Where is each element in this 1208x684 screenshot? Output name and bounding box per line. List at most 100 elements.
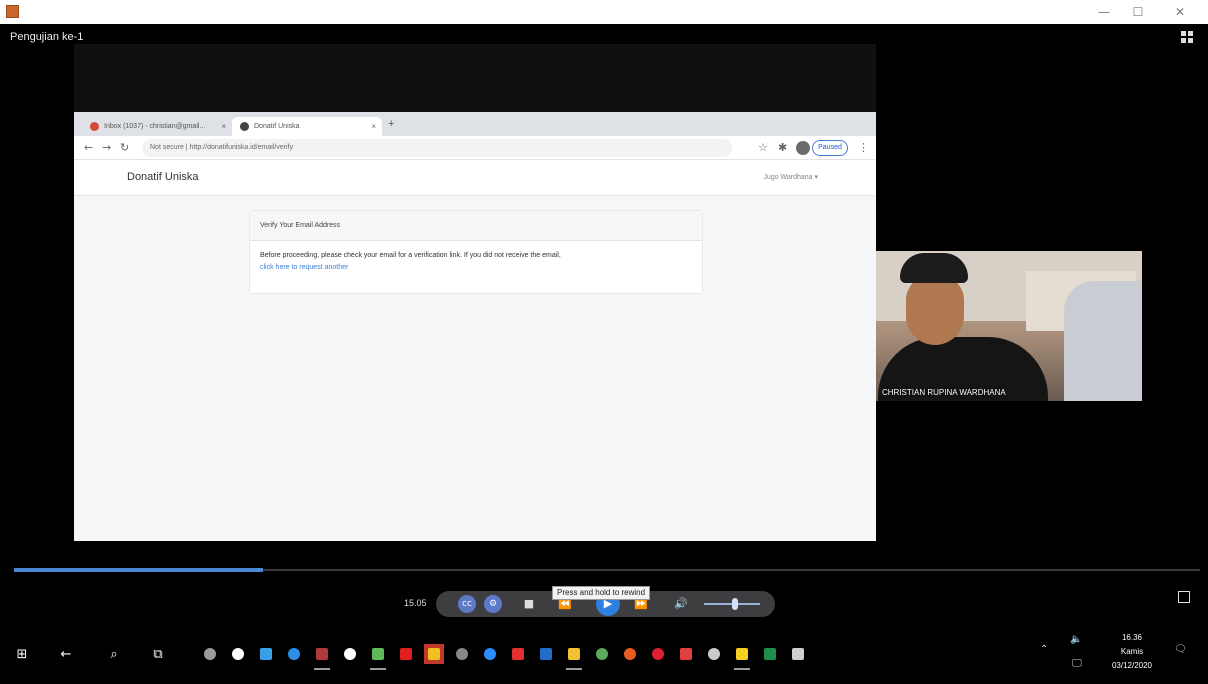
app-window: — ☐ ✕ Pengujian ke-1 Inbox (1037) - chri… (0, 0, 1208, 684)
app-firefox-icon-glyph (624, 648, 636, 660)
participant-name: CHRISTIAN RUPINA WARDHANA (882, 388, 1006, 397)
video-second-person (1064, 281, 1142, 401)
paused-sync-button[interactable]: Paused (812, 140, 848, 156)
clock-time: 16.36 (1121, 633, 1143, 642)
search-icon[interactable]: ⌕ (104, 644, 124, 664)
browser-toolbar: ← → ↻ Not secure | http://donatifuniska.… (74, 136, 876, 160)
profile-avatar[interactable] (796, 141, 810, 155)
minimize-button[interactable]: — (1090, 3, 1118, 21)
tray-chevron-icon[interactable]: ⌃ (1040, 644, 1048, 655)
app-notes-icon[interactable] (732, 644, 752, 670)
gallery-view-icon[interactable] (1180, 30, 1194, 44)
card-title: Verify Your Email Address (250, 211, 702, 241)
app-firefox-icon[interactable] (620, 644, 640, 664)
app-outlook-icon-glyph (540, 648, 552, 660)
site-navbar: Donatif Uniska Jugo Wardhana ▾ (74, 160, 876, 196)
app-clock-icon[interactable] (340, 644, 360, 664)
clock-day: Kamis (1120, 647, 1144, 656)
app-misc-icon[interactable] (788, 644, 808, 664)
app-edge-icon[interactable] (284, 644, 304, 664)
back-icon[interactable]: ← (56, 644, 76, 664)
more-menu-icon[interactable]: ⋮ (858, 141, 869, 154)
expand-icon[interactable] (1178, 591, 1190, 603)
app-chrome-icon-glyph (232, 648, 244, 660)
app-weather-icon[interactable] (704, 644, 724, 664)
stop-button[interactable]: ■ (520, 595, 538, 613)
app-photos-icon[interactable] (676, 644, 696, 664)
notification-icon[interactable]: 🗨 (1174, 644, 1187, 655)
captions-button[interactable]: cc (458, 595, 476, 613)
app-office-icon-glyph (512, 648, 524, 660)
verify-email-card: Verify Your Email Address Before proceed… (249, 210, 703, 294)
app-pin-icon-glyph (204, 648, 216, 660)
app-book-icon-glyph (316, 648, 328, 660)
volume-button[interactable]: 🔊 (672, 595, 690, 613)
address-bar[interactable]: Not secure | http://donatifuniska.id/ema… (142, 139, 732, 157)
window-titlebar: — ☐ ✕ (0, 0, 1208, 24)
shared-browser-window: Inbox (1037) - christian@gmail... × Dona… (74, 112, 876, 541)
tab-close-icon[interactable]: × (221, 117, 226, 136)
network-icon[interactable]: 🖵 (1072, 658, 1082, 669)
back-icon[interactable]: ← (84, 141, 93, 154)
card-text: Before proceeding, please check your ema… (260, 252, 561, 259)
app-paint-icon[interactable] (368, 644, 388, 670)
app-acrobat-icon[interactable] (396, 644, 416, 664)
app-settings-icon[interactable] (452, 644, 472, 664)
app-explorer-icon[interactable] (564, 644, 584, 670)
app-excel-icon[interactable] (760, 644, 780, 664)
participant-video[interactable]: CHRISTIAN RUPINA WARDHANA (876, 251, 1142, 401)
video-person-face (906, 275, 964, 345)
tab-close-icon[interactable]: × (371, 117, 376, 136)
reload-icon[interactable]: ↻ (120, 141, 129, 154)
app-logo-icon (6, 5, 19, 18)
app-people-icon-glyph (260, 648, 272, 660)
clock-date: 03/12/2020 (1111, 661, 1153, 670)
new-tab-button[interactable]: + (388, 118, 394, 130)
playback-time: 15.05 (404, 598, 427, 608)
tab-label: Donatif Uniska (254, 123, 300, 130)
star-icon[interactable]: ☆ (758, 141, 768, 154)
windows-taskbar: ⊞ ← ⌕ ⧉ ⌃ 🔈 🖵 16.36 Kamis 03/12/2020 🗨 (0, 628, 1208, 684)
speaker-icon[interactable]: 🔈 (1070, 634, 1082, 645)
site-brand[interactable]: Donatif Uniska (127, 171, 199, 183)
volume-knob[interactable] (732, 598, 738, 610)
extensions-icon[interactable]: ✱ (778, 141, 787, 154)
close-button[interactable]: ✕ (1166, 3, 1194, 21)
settings-button[interactable]: ⚙ (484, 595, 502, 613)
maximize-button[interactable]: ☐ (1124, 3, 1152, 21)
gmail-icon (90, 122, 99, 131)
app-explorer-icon-glyph (568, 648, 580, 660)
rewind-tooltip: Press and hold to rewind (552, 586, 651, 600)
app-zoom-icon[interactable] (480, 644, 500, 664)
app-excel-icon-glyph (764, 648, 776, 660)
app-maps-icon[interactable] (592, 644, 612, 664)
app-opera-icon-glyph (652, 648, 664, 660)
taskbar-clock[interactable]: 16.36 Kamis 03/12/2020 (1104, 631, 1160, 673)
app-office-icon[interactable] (508, 644, 528, 664)
start-icon[interactable]: ⊞ (12, 644, 32, 664)
user-menu[interactable]: Jugo Wardhana ▾ (763, 173, 818, 181)
globe-icon (240, 122, 249, 131)
app-book-icon[interactable] (312, 644, 332, 670)
tab-label: Inbox (1037) - christian@gmail... (104, 123, 206, 130)
meeting-title: Pengujian ke-1 (10, 31, 84, 43)
task-view-icon[interactable]: ⧉ (148, 644, 168, 664)
app-people-icon[interactable] (256, 644, 276, 664)
app-recorder-icon[interactable] (424, 644, 444, 664)
resend-link[interactable]: click here to request another (260, 262, 692, 274)
app-outlook-icon[interactable] (536, 644, 556, 664)
browser-tab-gmail[interactable]: Inbox (1037) - christian@gmail... × (82, 117, 232, 136)
card-body: Before proceeding, please check your ema… (250, 241, 702, 283)
app-paint-icon-glyph (372, 648, 384, 660)
app-acrobat-icon-glyph (400, 648, 412, 660)
app-clock-icon-glyph (344, 648, 356, 660)
forward-icon[interactable]: → (102, 141, 111, 154)
app-misc-icon-glyph (792, 648, 804, 660)
progress-fill[interactable] (14, 568, 264, 572)
browser-tab-donatif[interactable]: Donatif Uniska × (232, 117, 382, 136)
app-zoom-icon-glyph (484, 648, 496, 660)
app-chrome-icon[interactable] (228, 644, 248, 664)
app-opera-icon[interactable] (648, 644, 668, 664)
app-pin-icon[interactable] (200, 644, 220, 664)
app-settings-icon-glyph (456, 648, 468, 660)
